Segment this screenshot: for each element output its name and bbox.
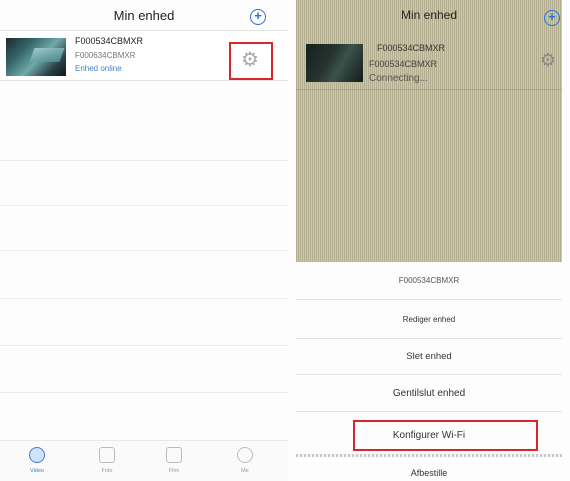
dimmed-overlay[interactable]: Min enhed + F000534CBMXR F000534CBMXR Co… [296, 0, 562, 262]
bottom-tab-bar: Video Foto Film Me [0, 440, 288, 481]
device-name: F000534CBMXR [75, 36, 144, 46]
gear-icon[interactable]: ⚙ [538, 50, 558, 70]
tab-video[interactable]: Video [17, 447, 57, 474]
info-icon [237, 447, 253, 463]
tab-foto[interactable]: Foto [87, 447, 127, 474]
reconnect-device-button[interactable]: Gentilslut enhed [288, 388, 570, 399]
tab-me[interactable]: Me [225, 447, 265, 474]
sheet-divider [296, 299, 562, 300]
tab-label: Film [168, 468, 180, 474]
sheet-divider [296, 374, 562, 375]
device-name: F000534CBMXR [377, 43, 446, 53]
sheet-divider [296, 411, 562, 412]
tab-label: Video [30, 468, 44, 474]
device-sub-name: F000534CBMXR [369, 59, 438, 69]
sheet-title: F000534CBMXR [398, 276, 460, 285]
delete-device-button[interactable]: Slet enhed [288, 351, 570, 362]
sheet-divider [296, 338, 562, 339]
row-divider [296, 89, 562, 90]
tab-film[interactable]: Film [154, 447, 194, 474]
plus-circle-icon[interactable]: + [250, 9, 266, 25]
configure-wifi-button[interactable]: Konfigurer Wi-Fi [288, 430, 570, 441]
edit-device-button[interactable]: Rediger enhed [288, 315, 570, 324]
tab-label: Foto [101, 468, 113, 474]
plus-circle-icon[interactable]: + [544, 10, 560, 26]
cancel-button[interactable]: Afbestille [288, 468, 570, 478]
page-title: Min enhed [400, 8, 458, 22]
page-title: Min enhed [113, 8, 175, 23]
left-screen: Min enhed + F000534CBMXR F000634CBMXR En… [0, 0, 288, 481]
camera-icon [29, 447, 45, 463]
device-sub-name: F000634CBMXR [75, 51, 136, 60]
film-icon [166, 447, 182, 463]
device-thumbnail[interactable] [6, 38, 66, 76]
tab-label: Me [241, 468, 249, 474]
cancel-separator [296, 454, 562, 457]
right-screen: Min enhed + F000534CBMXR F000534CBMXR Co… [288, 0, 570, 481]
photo-icon [99, 447, 115, 463]
device-status: Enhed online [75, 64, 122, 73]
device-status: Connecting... [369, 73, 428, 84]
device-thumbnail[interactable] [306, 44, 363, 82]
gear-icon[interactable]: ⚙ [235, 47, 265, 73]
